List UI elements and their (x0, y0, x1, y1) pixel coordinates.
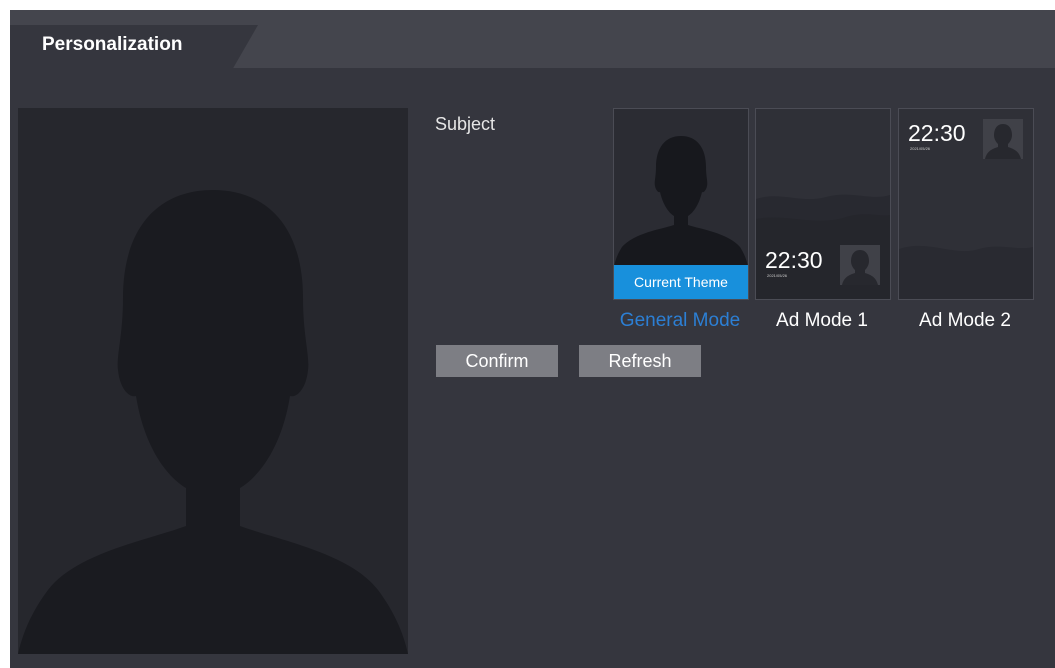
clock-display: 22:30 (908, 120, 966, 146)
clock-display: 22:30 (765, 247, 823, 273)
theme-card-general-mode[interactable]: Current Theme (613, 108, 749, 300)
theme-card-ad-mode-2[interactable]: 22:30 2021/05/26 (898, 108, 1034, 300)
current-theme-badge: Current Theme (614, 265, 748, 299)
personalization-panel: Personalization Subject Current Theme Ge… (10, 10, 1055, 668)
tab-personalization-label[interactable]: Personalization (42, 34, 182, 56)
theme-name-ad-mode-1[interactable]: Ad Mode 1 (755, 310, 889, 332)
theme-name-general-mode[interactable]: General Mode (613, 310, 747, 332)
theme-preview (18, 108, 408, 654)
date-display: 2021/05/26 (767, 273, 788, 278)
confirm-button[interactable]: Confirm (436, 345, 558, 377)
theme-card-ad-mode-1[interactable]: 22:30 2021/05/26 (755, 108, 891, 300)
date-display: 2021/05/26 (910, 146, 931, 151)
refresh-button[interactable]: Refresh (579, 345, 701, 377)
person-silhouette-icon (18, 190, 408, 654)
tab-bar: Personalization (10, 10, 1055, 68)
theme-name-ad-mode-2[interactable]: Ad Mode 2 (898, 310, 1032, 332)
subject-label: Subject (435, 114, 496, 134)
